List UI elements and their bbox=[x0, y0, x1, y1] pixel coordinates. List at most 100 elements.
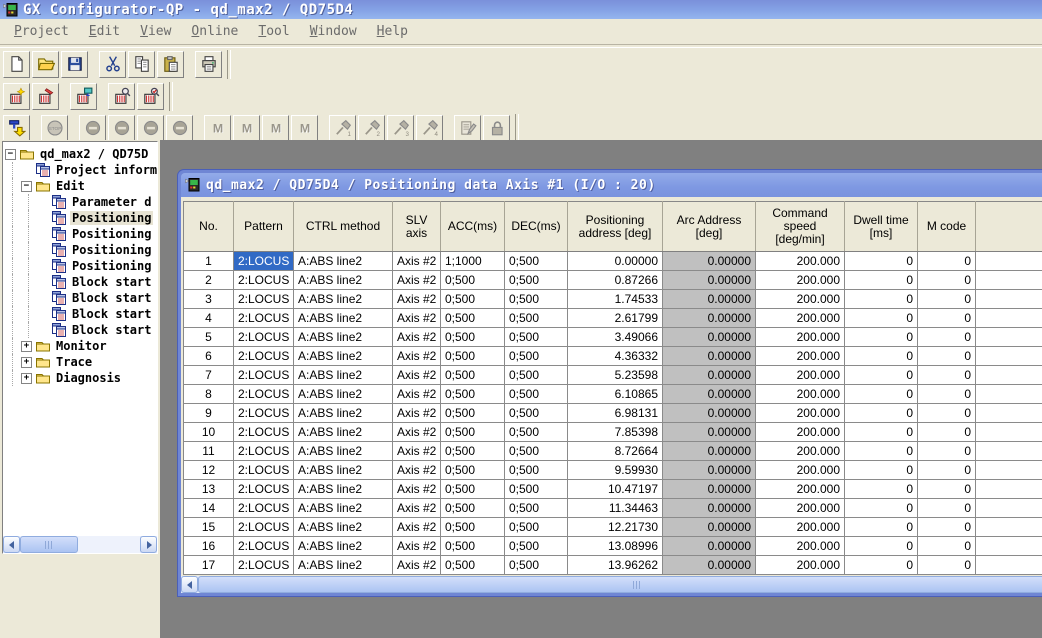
cell-arc_address[interactable]: 0.00000 bbox=[663, 309, 756, 328]
cell-no[interactable]: 16 bbox=[184, 537, 234, 556]
tree-item-positioning[interactable]: Positioning bbox=[3, 258, 157, 274]
cell-no[interactable]: 8 bbox=[184, 385, 234, 404]
cell-slv_axis[interactable]: Axis #2 bbox=[393, 556, 441, 575]
tree-hscrollbar[interactable] bbox=[3, 536, 157, 553]
cell-dwell_time[interactable]: 0 bbox=[845, 518, 918, 537]
tree-item-block-start[interactable]: Block start bbox=[3, 306, 157, 322]
child-titlebar[interactable]: qd_max2 / QD75D4 / Positioning data Axis… bbox=[181, 173, 1042, 197]
cell-dec_ms[interactable]: 0;500 bbox=[505, 442, 568, 461]
cell-pattern[interactable]: 2:LOCUS bbox=[234, 442, 294, 461]
cell-arc_address[interactable]: 0.00000 bbox=[663, 271, 756, 290]
tree-item-positioning[interactable]: Positioning bbox=[3, 242, 157, 258]
cell-slv_axis[interactable]: Axis #2 bbox=[393, 480, 441, 499]
cell-m_code[interactable]: 0 bbox=[918, 290, 976, 309]
plus-expander-icon[interactable]: + bbox=[21, 373, 32, 384]
menu-view[interactable]: View bbox=[130, 22, 181, 41]
cell-slv_axis[interactable]: Axis #2 bbox=[393, 347, 441, 366]
tree-item-diagnosis[interactable]: +Diagnosis bbox=[3, 370, 157, 386]
cell-dwell_time[interactable]: 0 bbox=[845, 309, 918, 328]
cell-m_code[interactable]: 0 bbox=[918, 423, 976, 442]
grid-hscrollbar[interactable] bbox=[181, 576, 1042, 593]
cell-dec_ms[interactable]: 0;500 bbox=[505, 347, 568, 366]
cell-arc_address[interactable]: 0.00000 bbox=[663, 556, 756, 575]
cell-command_speed[interactable]: 200.000 bbox=[756, 537, 845, 556]
cell-arc_address[interactable]: 0.00000 bbox=[663, 461, 756, 480]
cell-dec_ms[interactable]: 0;500 bbox=[505, 366, 568, 385]
cell-command_speed[interactable]: 200.000 bbox=[756, 442, 845, 461]
new-module-button[interactable] bbox=[3, 83, 30, 110]
cell-command_speed[interactable]: 200.000 bbox=[756, 385, 845, 404]
cell-ctrl_method[interactable]: A:ABS line2 bbox=[294, 385, 393, 404]
cell-dwell_time[interactable]: 0 bbox=[845, 252, 918, 271]
edit-module-button[interactable] bbox=[32, 83, 59, 110]
cell-acc_ms[interactable]: 0;500 bbox=[441, 385, 505, 404]
cell-positioning_address[interactable]: 9.59930 bbox=[568, 461, 663, 480]
cell-arc_address[interactable]: 0.00000 bbox=[663, 518, 756, 537]
cell-dwell_time[interactable]: 0 bbox=[845, 480, 918, 499]
cell-dwell_time[interactable]: 0 bbox=[845, 385, 918, 404]
cell-pattern[interactable]: 2:LOCUS bbox=[234, 423, 294, 442]
cell-dwell_time[interactable]: 0 bbox=[845, 442, 918, 461]
cell-acc_ms[interactable]: 0;500 bbox=[441, 423, 505, 442]
open-project-button[interactable] bbox=[32, 51, 59, 78]
cell-positioning_address[interactable]: 11.34463 bbox=[568, 499, 663, 518]
module-verify-button[interactable] bbox=[137, 83, 164, 110]
cell-m_code[interactable]: 0 bbox=[918, 309, 976, 328]
cell-command_speed[interactable]: 200.000 bbox=[756, 423, 845, 442]
cell-slv_axis[interactable]: Axis #2 bbox=[393, 252, 441, 271]
cell-m_code[interactable]: 0 bbox=[918, 480, 976, 499]
cell-dwell_time[interactable]: 0 bbox=[845, 347, 918, 366]
cell-positioning_address[interactable]: 10.47197 bbox=[568, 480, 663, 499]
cell-m_code[interactable]: 0 bbox=[918, 537, 976, 556]
cell-m_code[interactable]: 0 bbox=[918, 366, 976, 385]
tree-item-block-start[interactable]: Block start bbox=[3, 274, 157, 290]
cell-arc_address[interactable]: 0.00000 bbox=[663, 347, 756, 366]
cell-dwell_time[interactable]: 0 bbox=[845, 290, 918, 309]
cell-slv_axis[interactable]: Axis #2 bbox=[393, 537, 441, 556]
cell-acc_ms[interactable]: 0;500 bbox=[441, 518, 505, 537]
cell-dwell_time[interactable]: 0 bbox=[845, 537, 918, 556]
cell-command_speed[interactable]: 200.000 bbox=[756, 347, 845, 366]
cell-dwell_time[interactable]: 0 bbox=[845, 404, 918, 423]
cell-command_speed[interactable]: 200.000 bbox=[756, 252, 845, 271]
cell-ctrl_method[interactable]: A:ABS line2 bbox=[294, 461, 393, 480]
cell-slv_axis[interactable]: Axis #2 bbox=[393, 385, 441, 404]
cell-pattern[interactable]: 2:LOCUS bbox=[234, 499, 294, 518]
cell-slv_axis[interactable]: Axis #2 bbox=[393, 518, 441, 537]
cell-acc_ms[interactable]: 0;500 bbox=[441, 347, 505, 366]
cell-ctrl_method[interactable]: A:ABS line2 bbox=[294, 480, 393, 499]
cell-dec_ms[interactable]: 0;500 bbox=[505, 480, 568, 499]
cell-pattern[interactable]: 2:LOCUS bbox=[234, 271, 294, 290]
cell-m_code[interactable]: 0 bbox=[918, 461, 976, 480]
cell-arc_address[interactable]: 0.00000 bbox=[663, 252, 756, 271]
cell-no[interactable]: 6 bbox=[184, 347, 234, 366]
cell-ctrl_method[interactable]: A:ABS line2 bbox=[294, 309, 393, 328]
cell-dec_ms[interactable]: 0;500 bbox=[505, 537, 568, 556]
cell-pattern[interactable]: 2:LOCUS bbox=[234, 518, 294, 537]
cell-positioning_address[interactable]: 13.08996 bbox=[568, 537, 663, 556]
tree-item-project-inform[interactable]: Project inform bbox=[3, 162, 157, 178]
scroll-thumb[interactable] bbox=[20, 536, 78, 553]
cell-ctrl_method[interactable]: A:ABS line2 bbox=[294, 347, 393, 366]
cell-no[interactable]: 11 bbox=[184, 442, 234, 461]
menu-window[interactable]: Window bbox=[300, 22, 367, 41]
cell-dec_ms[interactable]: 0;500 bbox=[505, 499, 568, 518]
cell-ctrl_method[interactable]: A:ABS line2 bbox=[294, 537, 393, 556]
cell-ctrl_method[interactable]: A:ABS line2 bbox=[294, 404, 393, 423]
cell-positioning_address[interactable]: 6.10865 bbox=[568, 385, 663, 404]
tree-item-qd-max2-qd75d[interactable]: −qd_max2 / QD75D bbox=[3, 146, 157, 162]
cell-no[interactable]: 12 bbox=[184, 461, 234, 480]
cell-arc_address[interactable]: 0.00000 bbox=[663, 442, 756, 461]
cell-command_speed[interactable]: 200.000 bbox=[756, 271, 845, 290]
cell-no[interactable]: 17 bbox=[184, 556, 234, 575]
cell-dec_ms[interactable]: 0;500 bbox=[505, 290, 568, 309]
cell-acc_ms[interactable]: 0;500 bbox=[441, 499, 505, 518]
cell-positioning_address[interactable]: 7.85398 bbox=[568, 423, 663, 442]
plus-expander-icon[interactable]: + bbox=[21, 341, 32, 352]
cell-m_code[interactable]: 0 bbox=[918, 271, 976, 290]
cell-pattern[interactable]: 2:LOCUS bbox=[234, 556, 294, 575]
cell-ctrl_method[interactable]: A:ABS line2 bbox=[294, 499, 393, 518]
cell-slv_axis[interactable]: Axis #2 bbox=[393, 309, 441, 328]
cell-dec_ms[interactable]: 0;500 bbox=[505, 518, 568, 537]
cell-m_code[interactable]: 0 bbox=[918, 404, 976, 423]
